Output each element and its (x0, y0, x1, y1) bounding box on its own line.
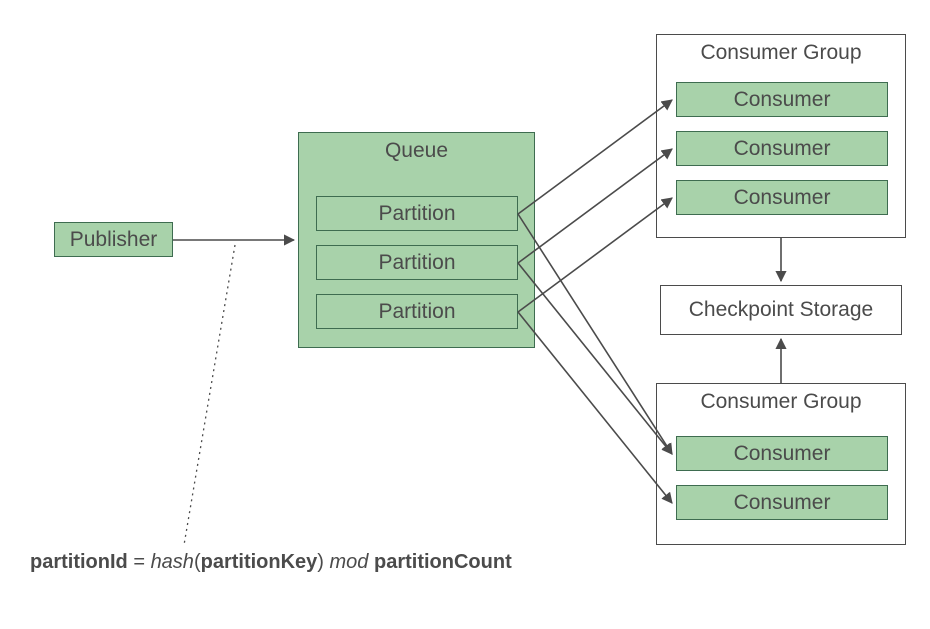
arrow-p3-to-g2b (518, 312, 672, 503)
consumer-box-1-1: Consumer (676, 485, 888, 520)
partition-box-1: Partition (316, 245, 518, 280)
partition-label-0: Partition (378, 202, 455, 226)
consumer-label-1-0: Consumer (734, 442, 831, 466)
partition-label-2: Partition (378, 300, 455, 324)
diagram-canvas: Publisher Queue Partition Partition Part… (0, 0, 930, 629)
checkpoint-box: Checkpoint Storage (660, 285, 902, 335)
arrow-p1-to-g2a (518, 214, 672, 454)
publisher-label: Publisher (70, 228, 158, 252)
formula-op: mod (324, 551, 374, 573)
consumer-box-1-0: Consumer (676, 436, 888, 471)
partition-box-0: Partition (316, 196, 518, 231)
consumer-label-1-1: Consumer (734, 491, 831, 515)
consumer-box-0-1: Consumer (676, 131, 888, 166)
arrow-p3-to-c3 (518, 198, 672, 312)
publisher-box: Publisher (54, 222, 173, 257)
arrow-p2-to-c2 (518, 149, 672, 263)
consumer-box-0-2: Consumer (676, 180, 888, 215)
consumer-box-0-0: Consumer (676, 82, 888, 117)
consumer-label-0-0: Consumer (734, 88, 831, 112)
formula-arg: partitionKey (201, 551, 318, 573)
consumer-label-0-2: Consumer (734, 186, 831, 210)
partition-label-1: Partition (378, 251, 455, 275)
consumer-group-title-0: Consumer Group (657, 35, 905, 65)
partition-box-2: Partition (316, 294, 518, 329)
arrow-p1-to-c1 (518, 100, 672, 214)
dotted-publisher-formula (184, 245, 235, 545)
checkpoint-label: Checkpoint Storage (689, 298, 873, 322)
formula-fn: hash (151, 551, 194, 573)
consumer-label-0-1: Consumer (734, 137, 831, 161)
partition-formula: partitionId = hash(partitionKey) mod par… (30, 551, 512, 574)
formula-lhs: partitionId (30, 551, 128, 573)
formula-rhs: partitionCount (374, 551, 512, 573)
arrow-p2-to-g2a (518, 263, 672, 454)
consumer-group-title-1: Consumer Group (657, 384, 905, 414)
queue-title: Queue (299, 133, 534, 163)
formula-eq: = (128, 551, 151, 573)
